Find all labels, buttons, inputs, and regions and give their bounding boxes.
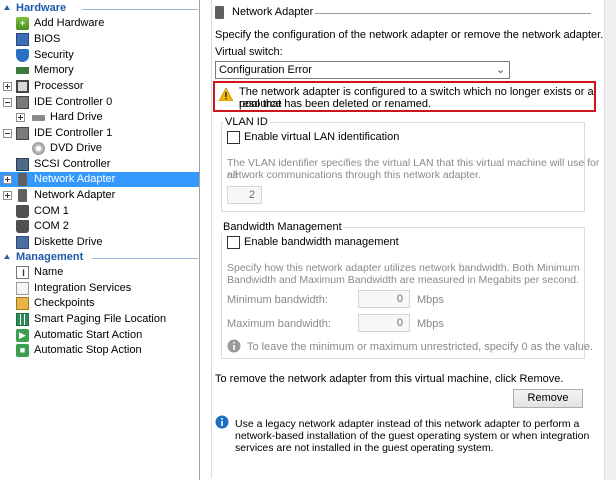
checkpoints-icon (16, 297, 29, 310)
bandwidth-info-text: To leave the minimum or maximum unrestri… (247, 341, 594, 353)
tree-item-network-adapter-2[interactable]: Network Adapter (0, 188, 199, 203)
processor-icon (16, 80, 29, 93)
vlan-group-title: VLAN ID (223, 116, 270, 128)
tree-item-memory[interactable]: Memory (0, 63, 199, 78)
bios-icon (16, 33, 29, 46)
scsi-controller-icon (16, 158, 29, 171)
maximum-bandwidth-input[interactable]: 0 (358, 314, 410, 332)
minimum-bandwidth-label: Minimum bandwidth: (227, 294, 328, 306)
network-adapter-icon (18, 173, 27, 186)
memory-icon (16, 67, 29, 74)
bandwidth-help-line-2: Bandwidth and Maximum Bandwidth are meas… (227, 274, 579, 286)
bandwidth-group-title: Bandwidth Management (221, 221, 344, 233)
network-adapter-icon (215, 6, 224, 19)
panel-description: Specify the configuration of the network… (215, 29, 604, 41)
tree-item-security[interactable]: Security (0, 48, 199, 63)
vertical-scrollbar[interactable] (604, 0, 616, 480)
tree-item-ide-controller-0[interactable]: IDE Controller 0 (0, 95, 199, 110)
chevron-down-icon[interactable]: ⌄ (496, 63, 505, 76)
tree-item-automatic-start-action[interactable]: ▶ Automatic Start Action (0, 328, 199, 343)
collapse-icon[interactable] (3, 98, 12, 107)
network-adapter-icon (18, 189, 27, 202)
legacy-info-line-3: services are not installed in the guest … (235, 442, 494, 454)
virtual-switch-select[interactable]: Configuration Error ⌄ (215, 61, 510, 79)
tree-item-automatic-stop-action[interactable]: ■ Automatic Stop Action (0, 343, 199, 358)
remove-button[interactable]: Remove (513, 389, 583, 408)
com-port-icon (16, 205, 29, 218)
warning-box: The network adapter is configured to a s… (213, 81, 596, 112)
settings-panel: Network Adapter Specify the configuratio… (201, 0, 604, 480)
expand-icon[interactable] (3, 175, 12, 184)
enable-bandwidth-checkbox[interactable] (227, 236, 240, 249)
info-icon (227, 339, 241, 353)
tree-item-dvd-drive[interactable]: DVD Drive (0, 141, 199, 156)
ide-controller-icon (16, 96, 29, 109)
hard-drive-icon (32, 115, 45, 121)
tree-item-name[interactable]: I Name (0, 265, 199, 280)
collapse-chevron-icon[interactable]: ⯅ (2, 2, 12, 15)
automatic-start-icon: ▶ (16, 329, 29, 342)
name-icon: I (16, 266, 29, 279)
collapse-chevron-icon[interactable]: ⯅ (2, 251, 12, 264)
tree-item-ide-controller-1[interactable]: IDE Controller 1 (0, 126, 199, 141)
minimum-bandwidth-input[interactable]: 0 (358, 290, 410, 308)
tree-item-com-1[interactable]: COM 1 (0, 204, 199, 219)
shield-icon (16, 49, 29, 62)
title-divider (315, 13, 591, 14)
remove-instruction: To remove the network adapter from this … (215, 373, 564, 385)
smart-paging-icon (16, 313, 29, 326)
add-hardware-icon: + (16, 17, 29, 30)
tree-item-integration-services[interactable]: Integration Services (0, 281, 199, 296)
warning-text-line-2: pool that has been deleted or renamed. (239, 98, 432, 110)
minimum-bandwidth-unit: Mbps (417, 294, 444, 306)
collapse-icon[interactable] (3, 129, 12, 138)
legacy-info-line-2: network-based installation of the guest … (235, 430, 590, 442)
legacy-info-line-1: Use a legacy network adapter instead of … (235, 418, 580, 430)
tree-item-com-2[interactable]: COM 2 (0, 219, 199, 234)
virtual-switch-selected-value: Configuration Error (219, 64, 312, 76)
vlan-help-line-2: network communications through this netw… (227, 169, 481, 181)
dvd-drive-icon (32, 142, 45, 155)
tree-item-hard-drive[interactable]: Hard Drive (0, 110, 199, 125)
maximum-bandwidth-unit: Mbps (417, 318, 444, 330)
tree-item-add-hardware[interactable]: + Add Hardware (0, 16, 199, 31)
expand-icon[interactable] (3, 191, 12, 200)
tree-item-diskette-drive[interactable]: Diskette Drive (0, 235, 199, 250)
tree-item-scsi-controller[interactable]: SCSI Controller (0, 157, 199, 172)
section-divider (92, 258, 198, 259)
tree-item-bios[interactable]: BIOS (0, 32, 199, 47)
expand-icon[interactable] (16, 113, 25, 122)
virtual-switch-label: Virtual switch: (215, 46, 283, 58)
settings-tree: ⯅ Hardware + Add Hardware BIOS Security … (0, 0, 200, 480)
section-divider (82, 9, 198, 10)
bandwidth-help-line-1: Specify how this network adapter utilize… (227, 262, 580, 274)
com-port-icon (16, 220, 29, 233)
enable-bandwidth-label: Enable bandwidth management (244, 236, 399, 248)
maximum-bandwidth-label: Maximum bandwidth: (227, 318, 331, 330)
info-icon (215, 415, 229, 429)
diskette-drive-icon (16, 236, 29, 249)
ide-controller-icon (16, 127, 29, 140)
tree-item-smart-paging[interactable]: Smart Paging File Location (0, 312, 199, 327)
warning-icon (219, 88, 233, 101)
panel-title: Network Adapter (232, 6, 314, 18)
vlan-id-input[interactable]: 2 (227, 186, 262, 204)
enable-vlan-checkbox[interactable] (227, 131, 240, 144)
automatic-stop-icon: ■ (16, 344, 29, 357)
tree-item-network-adapter-1[interactable]: Network Adapter (0, 172, 199, 187)
tree-item-processor[interactable]: Processor (0, 79, 199, 94)
enable-vlan-label: Enable virtual LAN identification (244, 131, 400, 143)
tree-item-checkpoints[interactable]: Checkpoints (0, 296, 199, 311)
integration-services-icon (16, 282, 29, 295)
expand-icon[interactable] (3, 82, 12, 91)
